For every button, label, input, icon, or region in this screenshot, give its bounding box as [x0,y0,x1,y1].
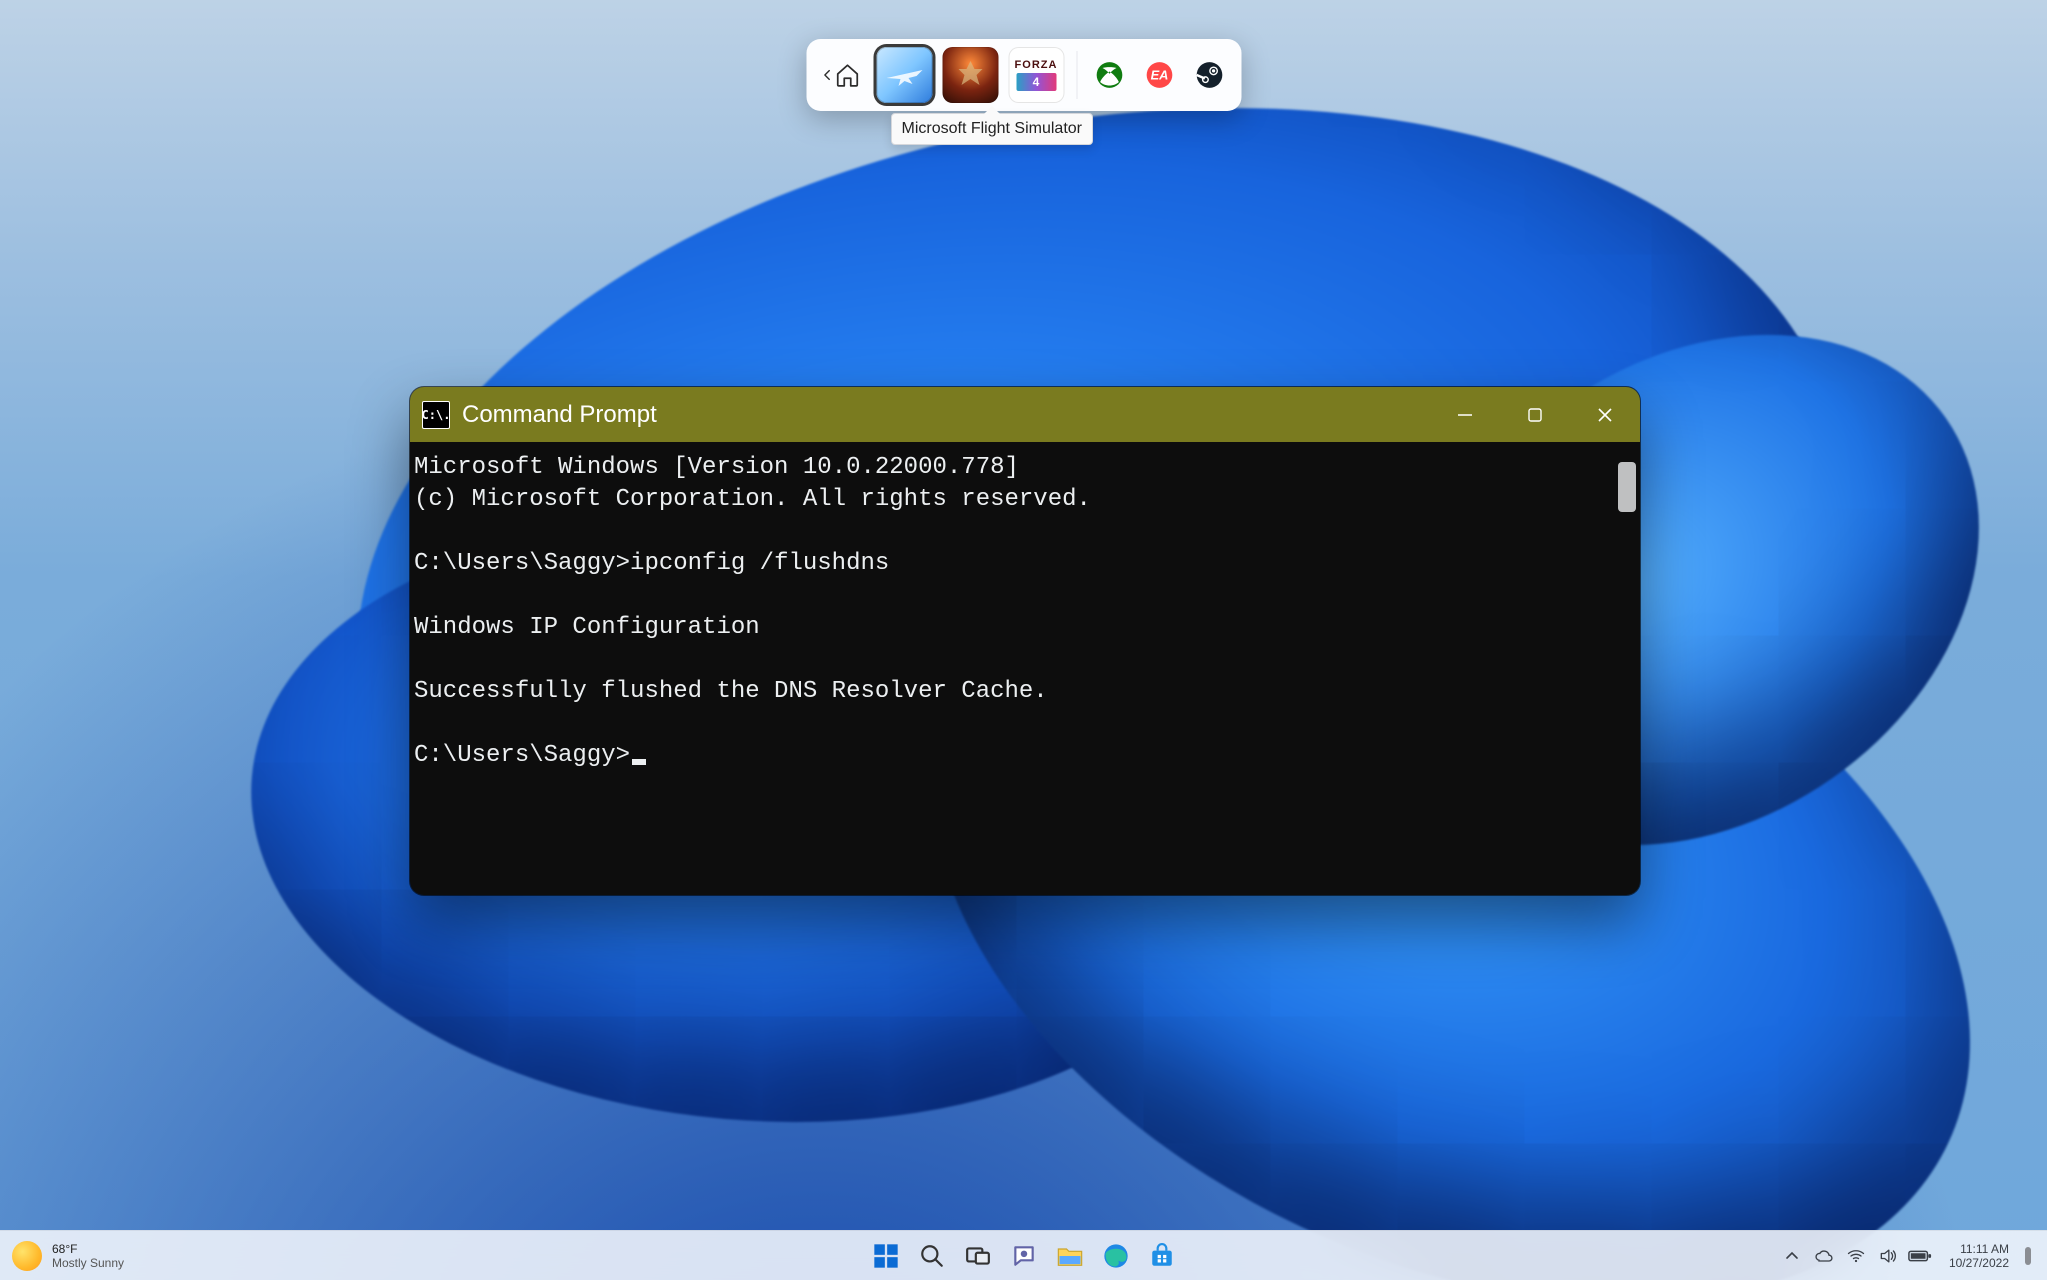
taskbar-search-button[interactable] [914,1238,950,1274]
minimize-icon [1456,406,1474,424]
weather-temp: 68°F [52,1242,124,1256]
taskbar-store-button[interactable] [1144,1238,1180,1274]
terminal-command-1: ipconfig /flushdns [630,550,889,577]
tray-volume-button[interactable] [1875,1243,1901,1269]
game-bar: FORZA 4 EA [806,39,1241,111]
xbox-icon [1095,61,1123,89]
gamebar-tile-dungeons-dragons[interactable] [942,47,998,103]
terminal-prompt-1: C:\Users\Saggy> [414,550,630,577]
command-prompt-window[interactable]: C:\. Command Prompt Microsoft Windows [V… [410,387,1640,895]
file-explorer-icon [1056,1242,1084,1270]
home-icon [834,62,860,88]
taskbar-clock[interactable]: 11:11 AM 10/27/2022 [1949,1242,2009,1270]
taskbar-explorer-button[interactable] [1052,1238,1088,1274]
command-prompt-titlebar[interactable]: C:\. Command Prompt [410,387,1640,442]
platform-ea-button[interactable]: EA [1139,55,1179,95]
edge-icon [1102,1242,1130,1270]
tray-wifi-button[interactable] [1843,1243,1869,1269]
ea-icon: EA [1145,61,1173,89]
svg-text:EA: EA [1150,68,1168,83]
chevron-up-icon [1784,1248,1800,1264]
wifi-icon [1846,1246,1866,1266]
gamebar-tile-flight-simulator[interactable] [876,47,932,103]
search-icon [919,1243,945,1269]
gamebar-divider [1076,51,1077,99]
terminal-line-heading: Windows IP Configuration [414,614,760,641]
clock-time: 11:11 AM [1949,1242,2009,1256]
show-desktop-button[interactable] [2025,1247,2031,1265]
gamebar-tooltip: Microsoft Flight Simulator [891,113,1094,145]
weather-desc: Mostly Sunny [52,1256,124,1270]
cloud-icon [1814,1246,1834,1266]
window-title: Command Prompt [462,401,657,429]
microsoft-store-icon [1149,1243,1175,1269]
forza-label-top: FORZA [1015,60,1058,71]
volume-icon [1878,1246,1898,1266]
terminal-line-copyright: (c) Microsoft Corporation. All rights re… [414,486,1091,513]
start-button[interactable] [868,1238,904,1274]
battery-icon [1908,1246,1932,1266]
taskbar-chat-button[interactable] [1006,1238,1042,1274]
task-view-icon [965,1243,991,1269]
terminal-scrollbar-thumb[interactable] [1618,462,1636,512]
minimize-button[interactable] [1430,387,1500,442]
terminal-line-version: Microsoft Windows [Version 10.0.22000.77… [414,454,1019,481]
close-button[interactable] [1570,387,1640,442]
tray-onedrive-button[interactable] [1811,1243,1837,1269]
close-icon [1596,406,1614,424]
terminal-prompt-2: C:\Users\Saggy> [414,742,630,769]
tooltip-label: Microsoft Flight Simulator [902,120,1083,137]
maximize-button[interactable] [1500,387,1570,442]
taskbar-edge-button[interactable] [1098,1238,1134,1274]
clock-date: 10/27/2022 [1949,1256,2009,1270]
chat-icon [1011,1243,1037,1269]
tray-battery-button[interactable] [1907,1243,1933,1269]
terminal-cursor [632,759,646,765]
taskbar: 68°F Mostly Sunny [0,1230,2047,1280]
terminal-body[interactable]: Microsoft Windows [Version 10.0.22000.77… [410,442,1640,895]
gamebar-tile-forza-horizon[interactable]: FORZA 4 [1008,47,1064,103]
task-view-button[interactable] [960,1238,996,1274]
platform-steam-button[interactable] [1189,55,1229,95]
taskbar-weather-widget[interactable]: 68°F Mostly Sunny [0,1241,124,1271]
tray-overflow-button[interactable] [1779,1243,1805,1269]
forza-label-num: 4 [1016,73,1056,91]
weather-sun-icon [12,1241,42,1271]
maximize-icon [1527,407,1543,423]
command-prompt-icon: C:\. [422,401,450,429]
platform-xbox-button[interactable] [1089,55,1129,95]
gamebar-home-button[interactable] [818,58,866,92]
windows-start-icon [872,1242,900,1270]
terminal-line-result: Successfully flushed the DNS Resolver Ca… [414,678,1048,705]
steam-icon [1195,61,1223,89]
